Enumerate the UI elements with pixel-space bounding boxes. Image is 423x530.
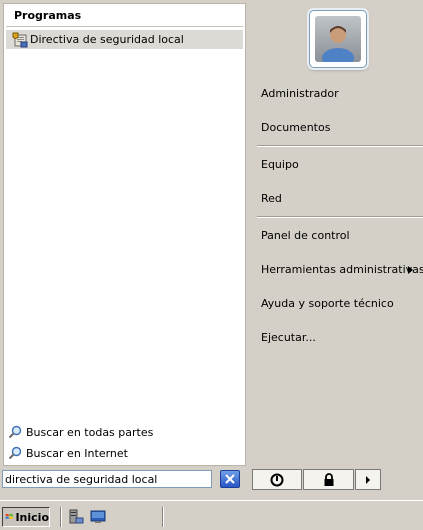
start-button-label: Inicio <box>15 510 49 524</box>
menu-item-ayuda[interactable]: Ayuda y soporte técnico <box>261 295 394 313</box>
program-item-security-policy[interactable]: Directiva de seguridad local <box>6 30 243 49</box>
power-icon <box>270 473 284 486</box>
menu-item-red[interactable]: Red <box>261 190 282 208</box>
menu-item-administrador[interactable]: Administrador <box>261 85 339 103</box>
lock-icon <box>324 472 333 486</box>
lock-button[interactable] <box>303 469 354 490</box>
submenu-arrow-icon <box>408 266 413 274</box>
taskbar-separator <box>60 507 62 527</box>
magnifier-icon <box>8 446 22 460</box>
power-button[interactable] <box>252 469 302 490</box>
search-internet-label: Buscar en Internet <box>26 446 128 460</box>
program-item-label: Directiva de seguridad local <box>30 33 184 46</box>
server-manager-icon[interactable] <box>68 509 84 525</box>
places-pane: Administrador Documentos Equipo Red Pane… <box>249 0 423 464</box>
search-input[interactable] <box>2 470 212 488</box>
menu-item-herramientas-administrativas[interactable]: Herramientas administrativas <box>261 261 423 279</box>
magnifier-icon <box>8 425 22 439</box>
start-button[interactable]: Inicio <box>2 507 50 527</box>
taskbar: Inicio <box>0 500 423 530</box>
taskbar-separator <box>162 507 164 527</box>
clear-search-button[interactable] <box>220 470 240 488</box>
programs-pane: Programas Directiva de seguridad local B… <box>3 3 246 466</box>
user-avatar[interactable] <box>309 10 367 68</box>
user-picture <box>315 16 361 62</box>
programs-header: Programas <box>14 9 82 22</box>
menu-separator <box>257 145 423 147</box>
show-desktop-icon[interactable] <box>90 509 106 525</box>
menu-item-documentos[interactable]: Documentos <box>261 119 330 137</box>
menu-item-ejecutar[interactable]: Ejecutar... <box>261 329 316 347</box>
search-internet-link[interactable]: Buscar en Internet <box>8 444 128 462</box>
menu-item-equipo[interactable]: Equipo <box>261 156 299 174</box>
start-menu: Programas Directiva de seguridad local B… <box>0 0 423 500</box>
windows-logo-icon <box>5 513 13 520</box>
menu-separator <box>257 216 423 218</box>
security-policy-icon <box>12 32 28 47</box>
user-silhouette-icon <box>322 26 354 62</box>
close-icon <box>225 474 235 484</box>
search-everywhere-link[interactable]: Buscar en todas partes <box>8 423 153 441</box>
header-divider <box>6 26 243 27</box>
arrow-right-icon <box>366 475 370 484</box>
shutdown-options-button[interactable] <box>355 469 381 490</box>
search-everywhere-label: Buscar en todas partes <box>26 425 154 439</box>
menu-item-panel-de-control[interactable]: Panel de control <box>261 227 350 245</box>
